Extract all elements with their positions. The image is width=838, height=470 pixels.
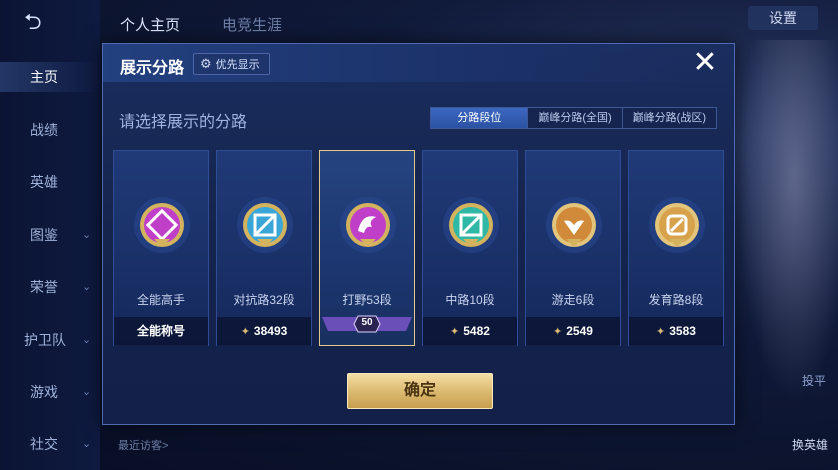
card-name: 中路10段 bbox=[445, 293, 495, 307]
lane-card-jungle[interactable]: 打野53段 50 bbox=[319, 150, 415, 346]
card-name: 发育路8段 bbox=[648, 293, 704, 307]
sidebar-item-stats[interactable]: 战绩 bbox=[0, 115, 100, 145]
card-stat-value: 2549 bbox=[566, 324, 593, 338]
switch-hero-button[interactable]: 换英雄 bbox=[792, 436, 828, 453]
mid-lane-emblem-icon bbox=[443, 197, 499, 253]
farm-lane-emblem-icon bbox=[649, 197, 705, 253]
sidebar-item-label: 社交 bbox=[30, 436, 58, 452]
dialog-subtitle: 请选择展示的分路 bbox=[119, 114, 248, 131]
sidebar-item-home[interactable]: 主页 bbox=[0, 62, 100, 92]
all-round-emblem-icon bbox=[134, 197, 190, 253]
priority-display-button[interactable]: ⚙ 优先显示 bbox=[193, 53, 270, 75]
card-stat-value: 5482 bbox=[463, 324, 490, 338]
tab-peak-lane-national[interactable]: 巅峰分路(全国) bbox=[527, 108, 622, 128]
card-stat: ✦ 3583 bbox=[629, 317, 723, 346]
tab-lane-rank[interactable]: 分路段位 bbox=[431, 108, 528, 128]
tab-personal-home[interactable]: 个人主页 bbox=[120, 14, 180, 35]
sidebar-item-games[interactable]: 游戏 ⌄ bbox=[0, 377, 100, 407]
card-stat-value: 全能称号 bbox=[136, 324, 185, 338]
card-stat: 全能称号 bbox=[114, 317, 208, 346]
tab-peak-lane-region[interactable]: 巅峰分路(战区) bbox=[621, 108, 716, 128]
card-stat-value: 3583 bbox=[669, 324, 696, 338]
chevron-down-icon: ⌄ bbox=[82, 438, 92, 450]
sidebar-item-guard-team[interactable]: 护卫队 ⌄ bbox=[0, 325, 100, 355]
lane-segment-control: 分路段位 巅峰分路(全国) 巅峰分路(战区) bbox=[430, 107, 717, 129]
sidebar-item-codex[interactable]: 图鉴 ⌄ bbox=[0, 220, 100, 250]
lane-card-mid[interactable]: 中路10段 ✦ 5482 bbox=[422, 150, 518, 346]
card-name: 游走6段 bbox=[551, 293, 595, 307]
settings-button[interactable]: 设置 bbox=[748, 6, 818, 30]
card-name: 对抗路32段 bbox=[233, 293, 295, 307]
dialog-title: 展示分路 bbox=[120, 60, 185, 77]
close-icon[interactable]: ✕ bbox=[690, 48, 720, 78]
peek-label: 投平 bbox=[801, 374, 826, 388]
card-stat: ✦ 2549 bbox=[526, 317, 620, 346]
tab-esports-career[interactable]: 电竞生涯 bbox=[222, 14, 282, 35]
chevron-down-icon: ⌄ bbox=[82, 229, 92, 241]
back-arrow-icon[interactable]: ⮌ bbox=[24, 10, 70, 34]
sidebar-item-honor[interactable]: 荣誉 ⌄ bbox=[0, 272, 100, 302]
lane-display-dialog: 展示分路 ⚙ 优先显示 ✕ 请选择展示的分路 分路段位 巅峰分路(全国) 巅峰分路… bbox=[102, 43, 735, 425]
rank-points-icon: ✦ bbox=[553, 326, 563, 338]
sidebar-item-label: 荣誉 bbox=[30, 279, 58, 295]
chevron-down-icon: ⌄ bbox=[82, 334, 92, 346]
priority-display-label: 优先显示 bbox=[215, 59, 260, 71]
gear-icon: ⚙ bbox=[200, 56, 212, 71]
chevron-down-icon: ⌄ bbox=[82, 281, 92, 293]
rank-points-icon: ✦ bbox=[450, 326, 460, 338]
sidebar-item-label: 游戏 bbox=[30, 384, 58, 400]
roam-emblem-icon bbox=[546, 197, 602, 253]
level-badge: 50 bbox=[361, 317, 373, 328]
sidebar-item-label: 主页 bbox=[30, 69, 58, 85]
sidebar-item-heroes[interactable]: 英雄 bbox=[0, 167, 100, 197]
confirm-button[interactable]: 确定 bbox=[347, 373, 493, 409]
sidebar-item-label: 图鉴 bbox=[30, 227, 58, 243]
sidebar-item-label: 护卫队 bbox=[24, 332, 66, 348]
sidebar-item-social[interactable]: 社交 ⌄ bbox=[0, 429, 100, 459]
lane-card-clash[interactable]: 对抗路32段 ✦ 38493 bbox=[216, 150, 312, 346]
lane-card-all-round[interactable]: 全能高手 全能称号 bbox=[113, 150, 209, 346]
rank-points-icon: ✦ bbox=[656, 326, 666, 338]
card-name: 全能高手 bbox=[136, 293, 185, 307]
card-stat-value: 38493 bbox=[253, 324, 288, 338]
sidebar-item-label: 战绩 bbox=[30, 122, 58, 138]
card-stat: ✦ 5482 bbox=[423, 317, 517, 346]
sidebar-item-label: 英雄 bbox=[30, 174, 58, 190]
card-stat: ✦ 38493 bbox=[217, 317, 311, 346]
chevron-down-icon: ⌄ bbox=[82, 386, 92, 398]
recent-visitors-link[interactable]: 最近访客> bbox=[118, 437, 168, 453]
clash-lane-emblem-icon bbox=[237, 197, 293, 253]
jungle-emblem-icon bbox=[340, 197, 396, 253]
lane-card-list: 全能高手 全能称号 对抗路32段 ✦ 38493 打野53段 50 中路10段 … bbox=[113, 150, 727, 346]
rank-points-icon: ✦ bbox=[240, 326, 250, 338]
lane-card-farm[interactable]: 发育路8段 ✦ 3583 bbox=[628, 150, 724, 346]
card-name: 打野53段 bbox=[342, 293, 392, 307]
lane-card-roam[interactable]: 游走6段 ✦ 2549 bbox=[525, 150, 621, 346]
